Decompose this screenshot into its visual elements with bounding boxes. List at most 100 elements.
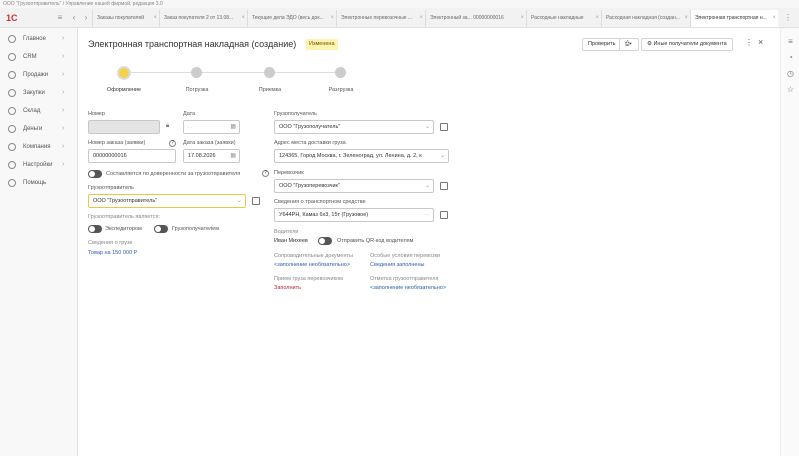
document-form: Электронная транспортная накладная (созд… — [78, 28, 780, 456]
chevron-down-icon[interactable]: ⌄ — [425, 180, 430, 192]
tab-ettn-active[interactable]: Электронная транспортная н... × — [690, 10, 778, 27]
shipper-mark-link[interactable]: <заполнение необязательно> — [370, 285, 446, 291]
sidebar-item-warehouse[interactable]: Склад › — [0, 104, 78, 118]
tab-sales-orders[interactable]: Заказы покупателей × — [92, 10, 159, 27]
sidebar-item-settings[interactable]: Настройки › — [0, 158, 78, 172]
address-field[interactable]: 124365, Город Москва, г. Зеленоград, ул.… — [274, 149, 449, 163]
sidebar-item-purchases[interactable]: Закупки › — [0, 86, 78, 100]
warehouse-icon — [8, 107, 16, 115]
order-number-label: Номер заказа (заявки) — [88, 140, 146, 146]
order-date-value: 17.08.2026 — [188, 153, 216, 159]
tab-electronic-order[interactable]: Электронный за... 00000000016 × — [425, 10, 526, 27]
sidebar-item-label: Компания — [23, 144, 51, 150]
role-forwarder-toggle[interactable] — [88, 225, 102, 233]
sidebar-item-company[interactable]: Компания › — [0, 140, 78, 154]
order-date-label: Дата заказа (заявки) — [183, 140, 236, 146]
conditions-label: Особые условия перевозки — [370, 253, 441, 259]
cargo-link[interactable]: Товар на 150 000 Р — [88, 250, 137, 256]
menu-icon[interactable]: ≡ — [785, 36, 796, 47]
tab-invoices[interactable]: Расходные накладные × — [526, 10, 601, 27]
close-icon[interactable]: × — [153, 10, 157, 27]
order-date-field[interactable]: 17.08.2026 ▦ — [183, 149, 240, 163]
consignee-field[interactable]: ООО "Грузополучатель" ⌄ — [274, 120, 434, 134]
calendar-icon[interactable]: ▦ — [230, 150, 236, 162]
lock-icon[interactable]: 🔒︎ — [166, 123, 169, 130]
close-icon[interactable]: × — [684, 10, 688, 27]
chevron-right-icon: › — [62, 71, 65, 78]
sidebar-item-sales[interactable]: Продажи › — [0, 68, 78, 82]
accompanying-link[interactable]: <заполнение необязательно> — [274, 262, 350, 268]
right-toolbar: ≡ ◔ ◷ ☆ — [780, 28, 799, 456]
shipper-label: Грузоотправитель — [88, 185, 134, 191]
close-icon[interactable]: × — [758, 37, 763, 47]
other-recipients-button[interactable]: ⚙ Иные получатели документа — [641, 38, 733, 51]
star-icon[interactable]: ☆ — [785, 84, 796, 95]
open-card-icon[interactable] — [440, 182, 448, 190]
conditions-link[interactable]: Сведения заполнены — [370, 262, 424, 268]
open-card-icon[interactable] — [440, 123, 448, 131]
step-dot[interactable] — [335, 67, 346, 78]
step-label: Разгрузка — [328, 87, 354, 93]
back-icon[interactable]: ‹ — [68, 12, 80, 24]
chevron-right-icon: › — [62, 89, 65, 96]
close-icon[interactable]: × — [595, 10, 599, 27]
more-icon[interactable]: ⋮ — [782, 12, 794, 24]
sidebar-item-help[interactable]: Помощь — [0, 176, 78, 190]
tab-sales-order[interactable]: Заказ покупателя 2 от 13.08... × — [159, 10, 247, 27]
menu-icon[interactable]: ≡ — [54, 12, 66, 24]
tab-edo-tasks[interactable]: Текущие дела ЭДО (весь док... × — [247, 10, 336, 27]
chevron-down-icon[interactable]: ⌄ — [425, 121, 430, 133]
close-icon[interactable]: × — [419, 10, 423, 27]
bell-icon[interactable]: ◔ — [785, 52, 796, 63]
shipper-value: ООО "Грузоотправитель" — [93, 198, 158, 204]
sidebar-item-crm[interactable]: CRM › — [0, 50, 78, 64]
step-dot[interactable] — [264, 67, 275, 78]
open-card-icon[interactable] — [440, 211, 448, 219]
chevron-right-icon: › — [62, 107, 65, 114]
proxy-toggle-label: Составляется по доверенности за грузоотп… — [106, 171, 241, 177]
steps-line — [124, 72, 342, 73]
check-button[interactable]: Проверить — [582, 38, 622, 51]
calendar-icon[interactable]: ▦ — [230, 121, 236, 133]
number-label: Номер — [88, 111, 105, 117]
close-icon[interactable]: × — [520, 10, 524, 27]
acceptance-link[interactable]: Заполнить — [274, 285, 301, 291]
close-icon[interactable]: × — [330, 10, 334, 27]
close-icon[interactable]: × — [241, 10, 245, 27]
shipper-mark-label: Отметка грузоотправителя — [370, 276, 439, 282]
role-consignee-toggle[interactable] — [154, 225, 168, 233]
info-icon[interactable]: ? — [169, 140, 176, 147]
sidebar-item-label: Продажи — [23, 72, 49, 78]
order-number-field[interactable]: 00000000016 — [88, 149, 176, 163]
window-title: ООО "Грузоотправитель" / Управление наше… — [0, 0, 799, 8]
step-dot[interactable] — [191, 67, 202, 78]
open-card-icon[interactable] — [252, 197, 260, 205]
tab-invoice-create[interactable]: Расходная накладная (создан... × — [601, 10, 690, 27]
crm-icon — [8, 53, 16, 61]
tab-label: Расходные накладные — [531, 15, 584, 21]
proxy-toggle[interactable] — [88, 170, 102, 178]
carrier-field[interactable]: ООО "Грузоперевозчик" ⌄ — [274, 179, 434, 193]
step-dot-active[interactable] — [117, 66, 131, 80]
cart-icon — [8, 89, 16, 97]
tab-electronic-docs[interactable]: Электронные перевозочные ... × — [336, 10, 425, 27]
sidebar-item-money[interactable]: Деньги › — [0, 122, 78, 136]
date-field[interactable]: . . ▦ — [183, 120, 240, 134]
info-icon[interactable]: ? — [262, 170, 269, 177]
chevron-down-icon[interactable]: ⌄ — [440, 150, 445, 162]
history-icon[interactable]: ◷ — [785, 68, 796, 79]
vehicle-field[interactable]: У644РН, Камаз 6х3, 15т (Грузовое) ··· — [274, 208, 434, 222]
forward-icon[interactable]: › — [80, 12, 92, 24]
chevron-down-icon[interactable]: ⌄ — [237, 195, 242, 207]
tab-label: Электронный за... 00000000016 — [430, 15, 504, 21]
print-button[interactable]: ⎙▾ — [619, 38, 639, 51]
page-title: Электронная транспортная накладная (созд… — [88, 39, 297, 49]
number-field[interactable] — [88, 120, 160, 134]
role-forwarder-label: Экспедитором — [105, 226, 142, 232]
close-icon[interactable]: × — [772, 10, 776, 27]
more-icon[interactable]: ··· — [424, 209, 430, 221]
more-icon[interactable]: ⋮ — [745, 38, 753, 47]
qr-toggle[interactable] — [318, 237, 332, 245]
sidebar-item-main[interactable]: Главное › — [0, 32, 78, 46]
shipper-field[interactable]: ООО "Грузоотправитель" ⌄ — [88, 194, 246, 208]
